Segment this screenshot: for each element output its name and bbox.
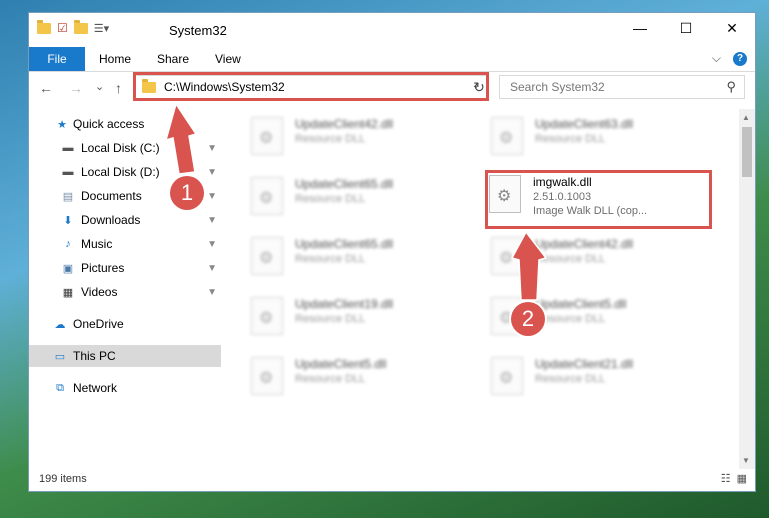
step-1-badge: 1 <box>170 176 204 210</box>
arrow-1-icon <box>164 102 198 175</box>
annotation-arrows <box>164 102 548 301</box>
arrow-2-icon <box>510 230 548 301</box>
step-2-badge: 2 <box>511 302 545 336</box>
